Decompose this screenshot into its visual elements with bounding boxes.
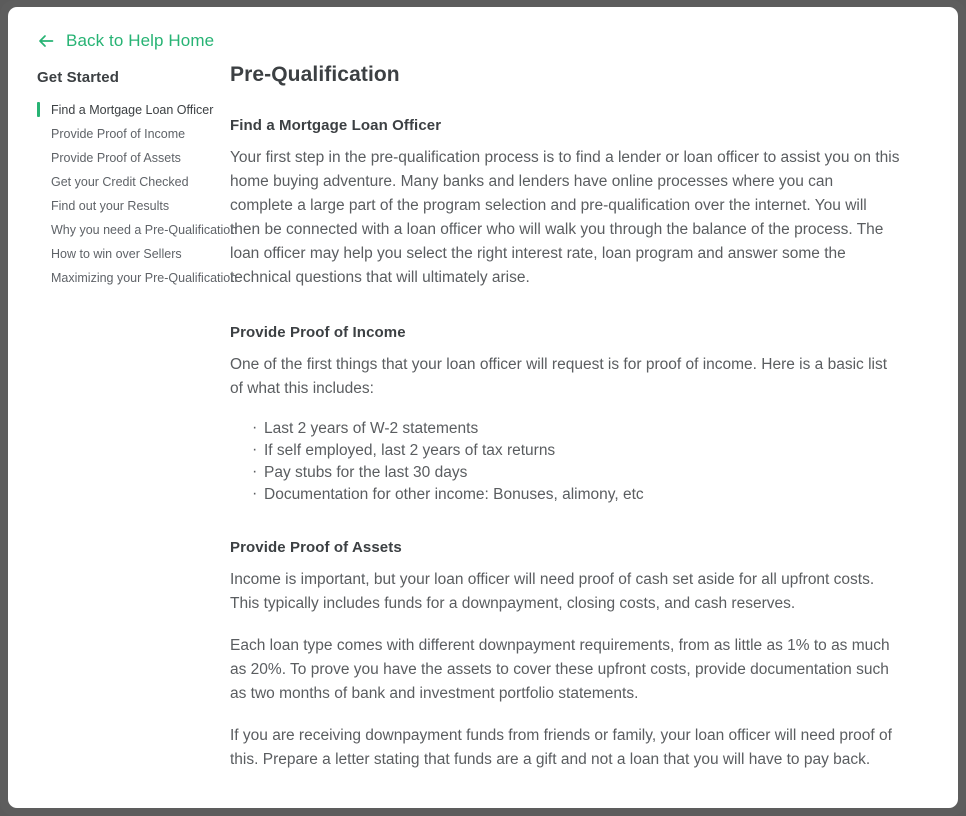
sidebar-item-4[interactable]: Find out your Results (37, 194, 230, 218)
article-section-2: Provide Proof of Assets Income is importa… (230, 539, 900, 772)
sidebar-title: Get Started (37, 69, 119, 86)
content-area: Get Started Find a Mortgage Loan Officer… (8, 63, 958, 808)
page-title: Pre-Qualification (230, 63, 400, 86)
section-1-bullet-2: Pay stubs for the last 30 days (252, 462, 900, 483)
article-section-3: Get Your Credit CheckedThe better your c… (230, 806, 900, 808)
section-2-paragraph-1: Each loan type comes with different down… (230, 637, 890, 702)
help-article-viewport: Back to Help Home Get Started Find a Mor… (8, 7, 958, 808)
section-1-bullet-1: If self employed, last 2 years of tax re… (252, 440, 900, 461)
sidebar-item-5[interactable]: Why you need a Pre-Qualification (37, 218, 237, 242)
section-heading-3: Get Your Credit Checked (230, 806, 900, 808)
sidebar-item-7[interactable]: Maximizing your Pre-Qualification (37, 266, 237, 290)
sidebar-item-3[interactable]: Get your Credit Checked (37, 170, 230, 194)
section-0-paragraph-0: Your first step in the pre-qualification… (230, 149, 900, 286)
sidebar-nav: Get Started Find a Mortgage Loan Officer… (8, 63, 237, 290)
app-window-frame: Back to Help Home Get Started Find a Mor… (0, 0, 966, 816)
section-heading-1: Provide Proof of Income (230, 324, 406, 341)
section-2-paragraph-2: If you are receiving downpayment funds f… (230, 727, 892, 768)
sidebar-item-0[interactable]: Find a Mortgage Loan Officer (37, 98, 230, 122)
section-1-bullet-3: Documentation for other income: Bonuses,… (252, 484, 900, 505)
section-1-bullet-list: Last 2 years of W-2 statementsIf self em… (230, 418, 900, 505)
section-heading-0: Find a Mortgage Loan Officer (230, 117, 442, 134)
article-sections: Find a Mortgage Loan Officer Your first s… (230, 117, 900, 808)
arrow-left-icon (36, 31, 56, 51)
section-2-paragraph-0: Income is important, but your loan offic… (230, 571, 875, 612)
back-to-help-home-link[interactable]: Back to Help Home (36, 31, 214, 51)
article-main: Pre-Qualification Find a Mortgage Loan O… (230, 63, 930, 808)
sidebar-item-2[interactable]: Provide Proof of Assets (37, 146, 230, 170)
section-1-paragraph-0: One of the first things that your loan o… (230, 356, 888, 397)
article-section-0: Find a Mortgage Loan Officer Your first s… (230, 117, 900, 290)
back-link-label: Back to Help Home (66, 31, 215, 50)
sidebar-item-1[interactable]: Provide Proof of Income (37, 122, 230, 146)
section-1-bullet-0: Last 2 years of W-2 statements (252, 418, 900, 439)
sidebar-item-list: Find a Mortgage Loan Officer Provide Proo… (37, 98, 237, 290)
section-heading-2: Provide Proof of Assets (230, 539, 402, 556)
sidebar-item-6[interactable]: How to win over Sellers (37, 242, 230, 266)
article-section-1: Provide Proof of Income One of the first … (230, 324, 900, 505)
